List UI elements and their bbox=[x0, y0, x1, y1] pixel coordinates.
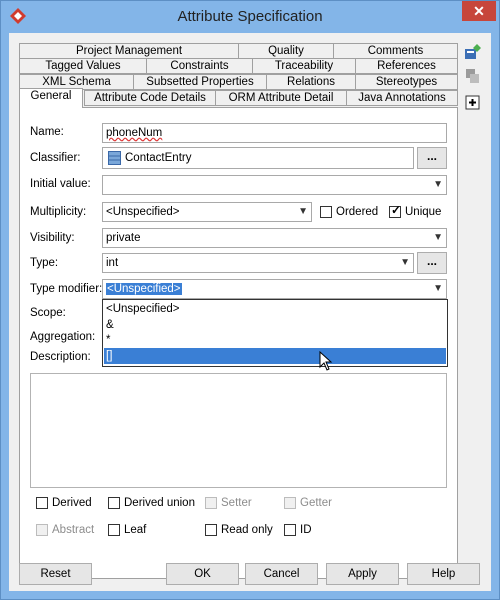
tab-references[interactable]: References bbox=[355, 58, 458, 74]
type-label: Type: bbox=[30, 257, 59, 269]
stack-icon[interactable] bbox=[463, 66, 483, 86]
tab-attribute-code-details[interactable]: Attribute Code Details bbox=[84, 90, 216, 106]
chevron-down-icon: ▼ bbox=[433, 283, 443, 294]
tab-java-annotations[interactable]: Java Annotations bbox=[346, 90, 458, 106]
chevron-down-icon: ▼ bbox=[400, 257, 410, 268]
initial-value-combo[interactable]: ▼ bbox=[102, 175, 447, 195]
chevron-down-icon: ▼ bbox=[433, 179, 443, 190]
tab-relations[interactable]: Relations bbox=[266, 74, 356, 90]
visibility-combo[interactable]: private ▼ bbox=[102, 228, 447, 248]
reset-button[interactable]: Reset bbox=[19, 563, 92, 585]
derived-label: Derived bbox=[52, 497, 92, 509]
cancel-button[interactable]: Cancel bbox=[245, 563, 318, 585]
visibility-label: Visibility: bbox=[30, 232, 75, 244]
ok-button[interactable]: OK bbox=[166, 563, 239, 585]
initial-value-label: Initial value: bbox=[30, 178, 91, 190]
dropdown-option[interactable]: * bbox=[104, 332, 446, 348]
tab-constraints[interactable]: Constraints bbox=[146, 58, 253, 74]
help-button[interactable]: Help bbox=[407, 563, 480, 585]
title-bar: Attribute Specification ✕ bbox=[1, 1, 499, 33]
multiplicity-label: Multiplicity: bbox=[30, 206, 87, 218]
read-only-checkbox[interactable] bbox=[205, 524, 217, 536]
type-combo[interactable]: int ▼ bbox=[102, 253, 414, 273]
add-diagram-icon[interactable] bbox=[463, 42, 483, 62]
mouse-cursor-icon bbox=[319, 351, 333, 371]
getter-label: Getter bbox=[300, 497, 332, 509]
chevron-down-icon: ▼ bbox=[433, 232, 443, 243]
aggregation-label: Aggregation: bbox=[30, 331, 96, 343]
classifier-field[interactable]: ContactEntry bbox=[102, 147, 414, 169]
scope-label: Scope: bbox=[30, 307, 66, 319]
expand-icon[interactable] bbox=[463, 93, 483, 113]
tab-general[interactable]: General bbox=[19, 88, 83, 108]
id-label: ID bbox=[300, 524, 312, 536]
name-field[interactable]: phoneNum bbox=[102, 123, 447, 143]
setter-label: Setter bbox=[221, 497, 252, 509]
tab-project-management[interactable]: Project Management bbox=[19, 43, 239, 59]
visibility-value: private bbox=[106, 232, 141, 244]
ordered-checkbox[interactable] bbox=[320, 206, 332, 218]
ordered-label: Ordered bbox=[336, 206, 379, 218]
unique-label: Unique bbox=[405, 206, 442, 218]
multiplicity-value: <Unspecified> bbox=[106, 206, 180, 218]
apply-button[interactable]: Apply bbox=[326, 563, 399, 585]
attribute-specification-window: Attribute Specification ✕ Project Manage… bbox=[0, 0, 500, 600]
type-modifier-combo[interactable]: <Unspecified> ▼ bbox=[102, 279, 447, 299]
tab-quality[interactable]: Quality bbox=[238, 43, 334, 59]
derived-union-label: Derived union bbox=[124, 497, 195, 509]
getter-checkbox bbox=[284, 497, 296, 509]
window-title: Attribute Specification bbox=[177, 8, 323, 25]
name-label: Name: bbox=[30, 126, 64, 138]
classifier-value: ContactEntry bbox=[125, 152, 192, 164]
close-icon[interactable]: ✕ bbox=[462, 1, 496, 21]
dropdown-option-selected[interactable]: [] bbox=[104, 348, 446, 364]
classifier-label: Classifier: bbox=[30, 152, 81, 164]
type-modifier-value: <Unspecified> bbox=[106, 283, 182, 295]
derived-checkbox[interactable] bbox=[36, 497, 48, 509]
dropdown-option[interactable]: <Unspecified> bbox=[104, 301, 446, 317]
description-label: Description: bbox=[30, 351, 91, 363]
tab-subsetted-properties[interactable]: Subsetted Properties bbox=[133, 74, 267, 90]
type-modifier-dropdown-list: <Unspecified> & * [] bbox=[102, 299, 448, 367]
tab-comments[interactable]: Comments bbox=[333, 43, 458, 59]
type-browse-button[interactable]: ... bbox=[417, 252, 447, 274]
dialog-client: Project Management Quality Comments Tagg… bbox=[9, 33, 491, 591]
abstract-label: Abstract bbox=[52, 524, 95, 536]
tab-stereotypes[interactable]: Stereotypes bbox=[355, 74, 458, 90]
tab-orm-attribute-detail[interactable]: ORM Attribute Detail bbox=[215, 90, 347, 106]
type-value: int bbox=[106, 257, 119, 269]
setter-checkbox bbox=[205, 497, 217, 509]
tab-traceability[interactable]: Traceability bbox=[252, 58, 356, 74]
check-icon: ✓ bbox=[391, 203, 402, 217]
unique-checkbox[interactable]: ✓ bbox=[389, 203, 402, 218]
dropdown-option[interactable]: & bbox=[104, 317, 446, 333]
tab-tagged-values[interactable]: Tagged Values bbox=[19, 58, 147, 74]
derived-union-checkbox[interactable] bbox=[108, 497, 120, 509]
classifier-browse-button[interactable]: ... bbox=[417, 147, 447, 169]
multiplicity-combo[interactable]: <Unspecified> ▼ bbox=[102, 202, 312, 222]
abstract-checkbox bbox=[36, 524, 48, 536]
class-icon bbox=[108, 151, 121, 165]
leaf-label: Leaf bbox=[124, 524, 147, 536]
description-textarea[interactable] bbox=[30, 373, 447, 488]
leaf-checkbox[interactable] bbox=[108, 524, 120, 536]
name-value: phoneNum bbox=[106, 127, 163, 139]
type-modifier-label: Type modifier: bbox=[30, 283, 103, 295]
chevron-down-icon: ▼ bbox=[298, 206, 308, 217]
id-checkbox[interactable] bbox=[284, 524, 296, 536]
read-only-label: Read only bbox=[221, 524, 273, 536]
